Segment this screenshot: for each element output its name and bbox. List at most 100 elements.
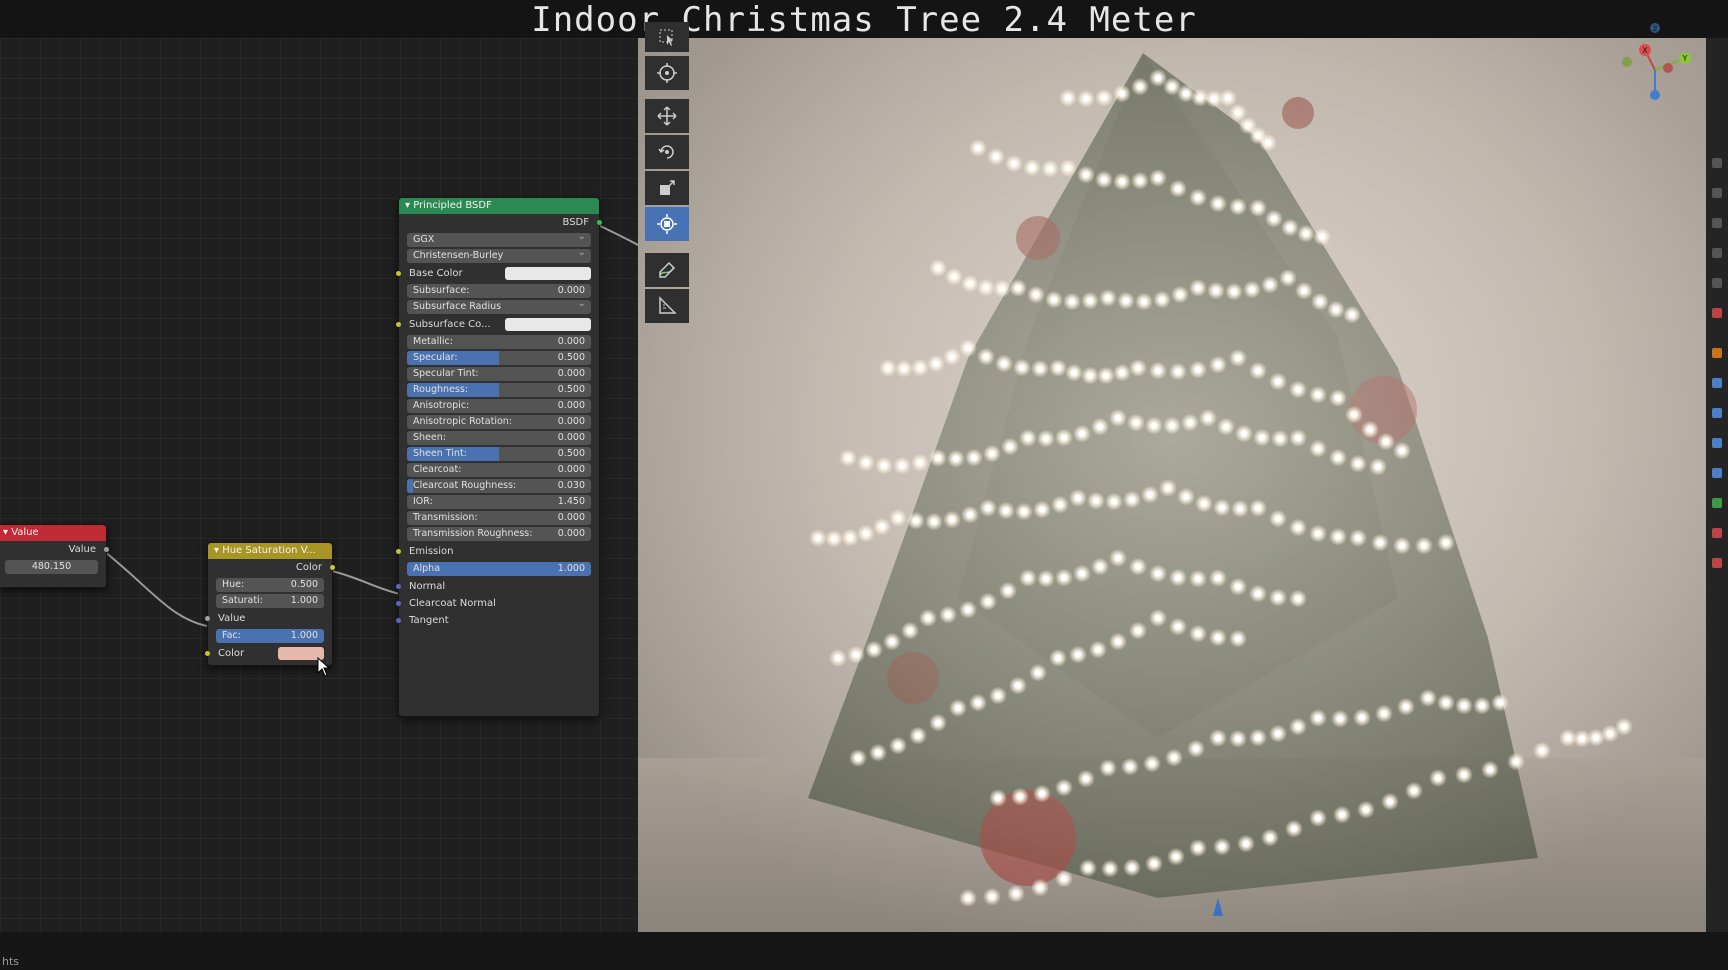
emission-socket[interactable]	[396, 549, 401, 554]
world-tab-icon[interactable]	[1712, 308, 1722, 318]
transmission-roughness-value: 0.000	[557, 528, 585, 539]
light-bulb	[1315, 530, 1321, 537]
bsdf-node-header[interactable]: ▾ Principled BSDF	[399, 198, 599, 214]
value-output-socket[interactable]	[104, 547, 109, 552]
light-bulb	[1215, 634, 1221, 641]
value-field[interactable]: 480.150	[5, 560, 98, 574]
clearcoat-roughness-input[interactable]: Clearcoat Roughness: 0.030	[407, 479, 591, 493]
light-bulb	[1155, 75, 1161, 81]
light-bulb	[1235, 109, 1241, 116]
sheen-tint-input[interactable]: Sheen Tint: 0.500	[407, 447, 591, 461]
alpha-input[interactable]: Alpha 1.000	[407, 562, 591, 576]
light-bulb	[863, 459, 869, 466]
bsdf-output-socket[interactable]	[597, 220, 602, 225]
specular-tint-input[interactable]: Specular Tint: 0.000	[407, 367, 591, 381]
subsurface-input[interactable]: Subsurface: 0.000	[407, 284, 591, 298]
particles-tab-icon[interactable]	[1712, 408, 1722, 418]
sheen-input[interactable]: Sheen: 0.000	[407, 431, 591, 445]
navigation-gizmo[interactable]: X Y Z	[1600, 20, 1700, 110]
light-bulb	[971, 454, 977, 461]
metallic-input[interactable]: Metallic: 0.000	[407, 335, 591, 349]
node-editor[interactable]: ▾ Value Value 480.150 ▾ Hue Saturation V…	[0, 38, 638, 932]
transmission-input[interactable]: Transmission: 0.000	[407, 511, 591, 525]
3d-viewport[interactable]	[638, 38, 1706, 932]
hsv-node-header[interactable]: ▾ Hue Saturation V...	[208, 543, 332, 559]
subsurface-radius-input[interactable]: Subsurface Radius	[407, 300, 591, 314]
light-bulb	[1043, 575, 1049, 582]
light-bulb	[1039, 790, 1045, 797]
subsurface-co-swatch[interactable]	[505, 318, 591, 331]
base-color-swatch[interactable]	[505, 267, 591, 280]
light-bulb	[1295, 723, 1301, 730]
clearcoat-normal-socket[interactable]	[396, 601, 401, 606]
light-bulb	[935, 265, 941, 271]
clearcoat-normal-label: Clearcoat Normal	[409, 598, 496, 609]
light-bulb	[1267, 834, 1273, 841]
specular-input[interactable]: Specular: 0.500	[407, 351, 591, 365]
distribution-dropdown[interactable]: GGX	[407, 233, 591, 247]
light-bulb	[1291, 825, 1297, 832]
view-layer-tab-icon[interactable]	[1712, 248, 1722, 258]
material-tab-icon[interactable]	[1712, 528, 1722, 538]
hsv-color-socket[interactable]	[205, 651, 210, 656]
light-bulb	[1011, 160, 1017, 167]
light-bulb	[1381, 710, 1387, 717]
constraints-tab-icon[interactable]	[1712, 468, 1722, 478]
clearcoat-input[interactable]: Clearcoat: 0.000	[407, 463, 591, 477]
data-tab-icon[interactable]	[1712, 498, 1722, 508]
render-tab-icon[interactable]	[1712, 188, 1722, 198]
light-bulb	[853, 651, 859, 658]
scale-icon[interactable]	[645, 171, 689, 205]
base-color-socket[interactable]	[396, 271, 401, 276]
tangent-socket[interactable]	[396, 618, 401, 623]
transmission-roughness-input[interactable]: Transmission Roughness: 0.000	[407, 527, 591, 541]
cursor-icon[interactable]	[645, 56, 689, 90]
fac-field[interactable]: Fac: 1.000	[216, 629, 324, 643]
light-bulb	[1295, 386, 1301, 393]
sheen-tint-value: 0.500	[557, 448, 585, 459]
gizmo-neg-z-axis[interactable]	[1650, 90, 1660, 100]
normal-socket[interactable]	[396, 584, 401, 589]
output-tab-icon[interactable]	[1712, 218, 1722, 228]
value-node[interactable]: ▾ Value Value 480.150	[0, 524, 109, 588]
subsurface-method-dropdown[interactable]: Christensen-Burley	[407, 249, 591, 263]
roughness-input[interactable]: Roughness: 0.500	[407, 383, 591, 397]
modifier-tab-icon[interactable]	[1712, 378, 1722, 388]
light-bulb	[1349, 311, 1355, 318]
light-bulb	[1061, 574, 1067, 581]
ior-value: 1.450	[557, 496, 585, 507]
hue-field[interactable]: Hue: 0.500	[216, 578, 324, 592]
hsv-value-socket[interactable]	[205, 616, 210, 621]
value-node-header[interactable]: ▾ Value	[0, 525, 106, 541]
anisotropic-input[interactable]: Anisotropic: 0.000	[407, 399, 591, 413]
principled-bsdf-node[interactable]: ▾ Principled BSDF BSDF GGX Christensen-B…	[396, 197, 602, 717]
move-icon[interactable]	[645, 99, 689, 133]
anisotropic-rotation-input[interactable]: Anisotropic Rotation: 0.000	[407, 415, 591, 429]
ior-input[interactable]: IOR: 1.450	[407, 495, 591, 509]
texture-tab-icon[interactable]	[1712, 558, 1722, 568]
light-bulb	[1105, 295, 1111, 301]
light-bulb	[1159, 296, 1165, 303]
subsurface-co-socket[interactable]	[396, 322, 401, 327]
transform-icon[interactable]	[645, 207, 689, 241]
annotate-icon[interactable]	[645, 253, 689, 287]
object-tab-icon[interactable]	[1712, 348, 1722, 358]
select-box-icon[interactable]	[645, 22, 689, 52]
light-bulb	[915, 732, 921, 739]
hue-saturation-node[interactable]: ▾ Hue Saturation V... Color Hue: 0.500 Sa…	[205, 542, 335, 666]
light-bulb	[931, 518, 937, 525]
light-bulb	[1315, 715, 1321, 721]
light-bulb	[1175, 574, 1181, 581]
light-bulb	[1377, 539, 1383, 546]
scene-tab-icon[interactable]	[1712, 278, 1722, 288]
rotate-icon[interactable]	[645, 135, 689, 169]
saturation-field[interactable]: Saturati: 1.000	[216, 594, 324, 608]
hsv-output-socket[interactable]	[330, 565, 335, 570]
tool-tab-icon[interactable]	[1712, 158, 1722, 168]
light-bulb	[1019, 364, 1025, 371]
measure-icon[interactable]	[645, 289, 689, 323]
light-bulb	[1255, 734, 1261, 741]
physics-tab-icon[interactable]	[1712, 438, 1722, 448]
gizmo-neg-x-axis[interactable]	[1663, 63, 1673, 73]
gizmo-neg-y-axis[interactable]	[1622, 57, 1632, 67]
